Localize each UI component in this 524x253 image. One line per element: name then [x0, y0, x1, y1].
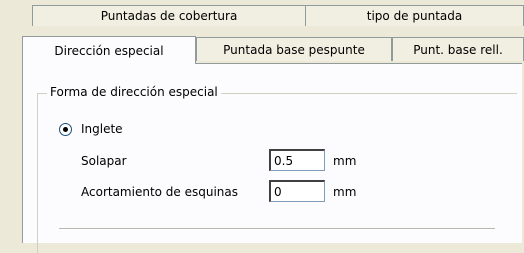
tab-direccion-especial[interactable]: Dirección especial [22, 36, 196, 64]
acortamiento-label: Acortamiento de esquinas [81, 185, 239, 199]
solapar-label: Solapar [81, 154, 127, 168]
tab-label: Puntada base pespunte [223, 42, 365, 57]
tab-punt-base-rell[interactable]: Punt. base rell. [392, 37, 524, 61]
radio-inglete-label[interactable]: Inglete [81, 122, 123, 136]
tab-panel: Forma de dirección especial Inglete Sola… [22, 63, 522, 253]
tab-label: tipo de puntada [366, 9, 463, 23]
groupbox-title: Forma de dirección especial [47, 85, 221, 99]
acortamiento-input[interactable] [269, 180, 325, 202]
radio-checked-dot [63, 127, 68, 132]
tab-label: Dirección especial [54, 43, 164, 58]
radio-inglete[interactable] [59, 123, 72, 136]
tab-tipo-de-puntada[interactable]: tipo de puntada [305, 5, 524, 26]
tab-puntadas-de-cobertura[interactable]: Puntadas de cobertura [32, 5, 306, 26]
solapar-input[interactable] [269, 149, 325, 171]
separator-line [59, 228, 495, 230]
tab-puntada-base-pespunte[interactable]: Puntada base pespunte [196, 37, 392, 61]
tab-label: Punt. base rell. [413, 42, 503, 57]
acortamiento-unit: mm [333, 185, 357, 199]
solapar-unit: mm [333, 154, 357, 168]
tab-label: Puntadas de cobertura [100, 9, 238, 23]
